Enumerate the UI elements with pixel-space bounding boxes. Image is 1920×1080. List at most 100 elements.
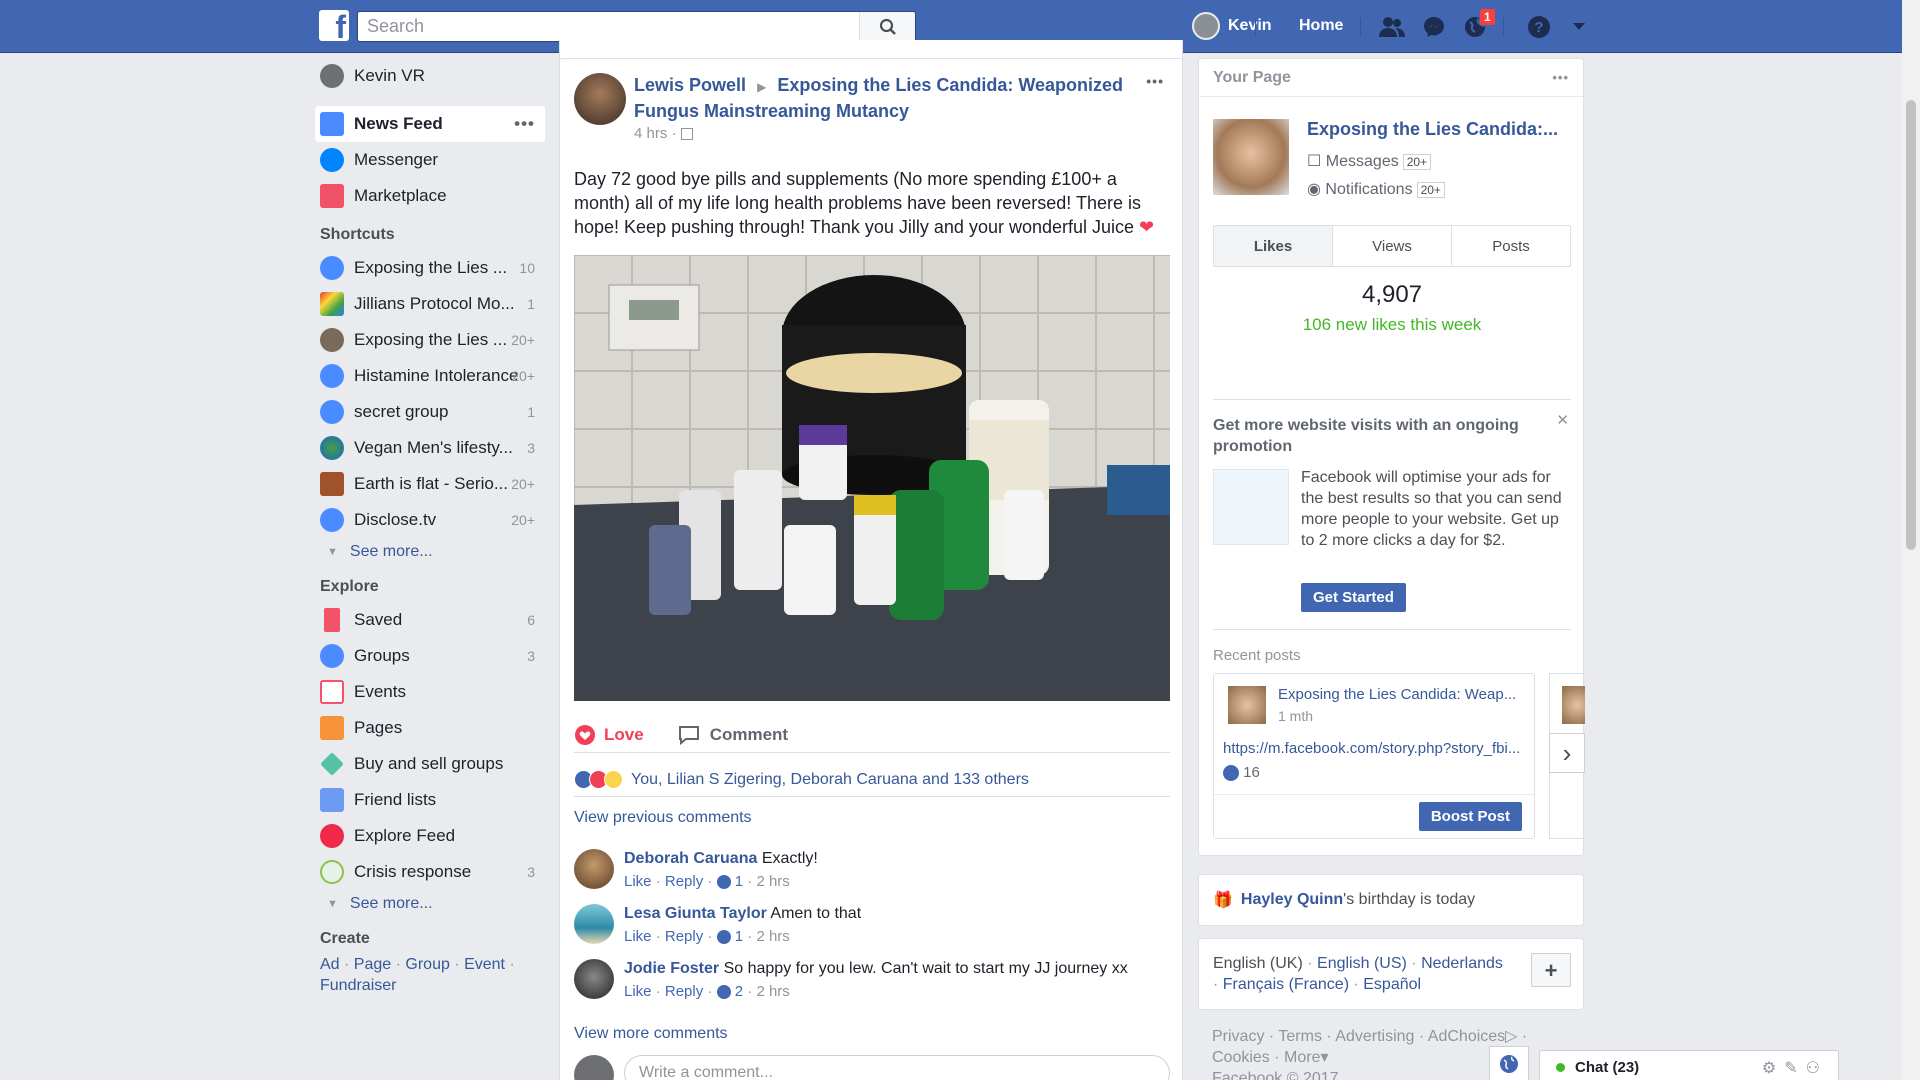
- page-notifications-link[interactable]: ◉ Notifications 20+: [1307, 179, 1445, 199]
- account-menu-chevron-icon[interactable]: [1564, 12, 1594, 42]
- get-started-button[interactable]: Get Started: [1301, 583, 1406, 612]
- language-option[interactable]: English (US): [1317, 955, 1407, 972]
- tab-views[interactable]: Views: [1333, 226, 1452, 266]
- more-options-icon[interactable]: •••: [514, 114, 535, 134]
- comment-reply-link[interactable]: Reply: [665, 873, 703, 890]
- shortcut-item[interactable]: secret group 1: [315, 394, 545, 430]
- shortcut-item[interactable]: Exposing the Lies ... 10: [315, 250, 545, 286]
- recent-post-card[interactable]: Exposing the Lies Candida: Weap... 1 mth…: [1213, 673, 1535, 839]
- page-name-link[interactable]: Exposing the Lies Candida:...: [1307, 119, 1558, 140]
- comment-time[interactable]: 2 hrs: [756, 928, 789, 945]
- page-options-icon[interactable]: •••: [1552, 59, 1569, 97]
- comment-time[interactable]: 2 hrs: [756, 873, 789, 890]
- sidebar-item-pages[interactable]: Pages: [315, 710, 545, 746]
- tab-likes[interactable]: Likes: [1214, 226, 1333, 266]
- commenter-avatar[interactable]: [574, 904, 614, 944]
- post-photo[interactable]: [574, 255, 1170, 701]
- globe-icon[interactable]: [1489, 1046, 1529, 1080]
- globe-icon: ◉: [1307, 181, 1321, 198]
- sidebar-item-saved[interactable]: Saved 6: [315, 602, 545, 638]
- view-previous-comments-link[interactable]: View previous comments: [574, 809, 752, 827]
- comment-like-count[interactable]: 2: [735, 983, 743, 1000]
- love-button[interactable]: Love: [574, 724, 644, 746]
- close-icon[interactable]: ✕: [1556, 411, 1569, 429]
- footer-link-more[interactable]: More: [1284, 1049, 1320, 1066]
- search-button[interactable]: [859, 12, 915, 41]
- sidebar-item-crisis-response[interactable]: Crisis response 3: [315, 854, 545, 890]
- home-link[interactable]: Home: [1299, 17, 1343, 35]
- search-input[interactable]: [358, 12, 858, 41]
- sidebar-item-groups[interactable]: Groups 3: [315, 638, 545, 674]
- help-icon[interactable]: ?: [1524, 12, 1554, 42]
- language-option[interactable]: Français (France): [1223, 976, 1349, 993]
- chat-bar[interactable]: Chat (23) ⚙✎⚇: [1539, 1050, 1839, 1080]
- sidebar-item-explore-feed[interactable]: Explore Feed: [315, 818, 545, 854]
- create-event-link[interactable]: Event: [464, 956, 505, 973]
- see-more-shortcuts-link[interactable]: ▼ See more...: [315, 538, 545, 566]
- comment-like-link[interactable]: Like: [624, 928, 652, 945]
- commenter-name[interactable]: Deborah Caruana: [624, 850, 757, 867]
- commenter-name[interactable]: Lesa Giunta Taylor: [624, 905, 767, 922]
- profile-link[interactable]: Kevin: [1192, 10, 1272, 42]
- shortcut-item[interactable]: Disclose.tv 20+: [315, 502, 545, 538]
- shortcut-item[interactable]: Earth is flat - Serio... 20+: [315, 466, 545, 502]
- chat-options-icons[interactable]: ⚙✎⚇: [1762, 1058, 1838, 1078]
- comment-like-count[interactable]: 1: [735, 873, 743, 890]
- page-avatar[interactable]: [1213, 119, 1289, 195]
- footer-link-cookies[interactable]: Cookies: [1212, 1049, 1270, 1066]
- comment-button[interactable]: Comment: [678, 725, 788, 745]
- messenger-icon[interactable]: [1419, 12, 1449, 42]
- sidebar-item-marketplace[interactable]: Marketplace: [315, 178, 545, 214]
- language-option[interactable]: Español: [1363, 976, 1421, 993]
- footer-link-terms[interactable]: Terms: [1278, 1028, 1322, 1045]
- boost-post-button[interactable]: Boost Post: [1418, 802, 1522, 831]
- comment-like-link[interactable]: Like: [624, 983, 652, 1000]
- view-more-comments-link[interactable]: View more comments: [574, 1025, 728, 1043]
- comment-like-link[interactable]: Like: [624, 873, 652, 890]
- page-scrollbar[interactable]: [1902, 0, 1920, 1080]
- comment-reply-link[interactable]: Reply: [665, 983, 703, 1000]
- facebook-logo-icon[interactable]: f: [319, 10, 349, 41]
- sidebar-profile[interactable]: Kevin VR: [315, 58, 545, 94]
- footer-link-privacy[interactable]: Privacy: [1212, 1028, 1264, 1045]
- shortcut-item[interactable]: Histamine Intolerance 20+: [315, 358, 545, 394]
- sidebar-item-messenger[interactable]: Messenger: [315, 142, 545, 178]
- see-more-explore-link[interactable]: ▼ See more...: [315, 890, 545, 918]
- add-language-button[interactable]: +: [1531, 953, 1571, 987]
- tab-posts[interactable]: Posts: [1452, 226, 1570, 266]
- chevron-right-icon[interactable]: ›: [1549, 733, 1585, 773]
- group-icon: [320, 400, 344, 424]
- comment-like-count[interactable]: 1: [735, 928, 743, 945]
- sidebar-item-friend-lists[interactable]: Friend lists: [315, 782, 545, 818]
- shortcut-item[interactable]: Exposing the Lies ... 20+: [315, 322, 545, 358]
- footer-link-advertising[interactable]: Advertising: [1335, 1028, 1414, 1045]
- post-options-icon[interactable]: •••: [1146, 73, 1164, 89]
- shortcut-item[interactable]: Vegan Men's lifesty... 3: [315, 430, 545, 466]
- reactions-summary[interactable]: You, Lilian S Zigering, Deborah Caruana …: [574, 763, 1170, 797]
- author-link[interactable]: Lewis Powell: [634, 75, 746, 95]
- post-timestamp[interactable]: 4 hrs: [634, 125, 667, 142]
- scrollbar-thumb[interactable]: [1906, 100, 1916, 550]
- commenter-name[interactable]: Jodie Foster: [624, 960, 719, 977]
- comment-reply-link[interactable]: Reply: [665, 928, 703, 945]
- commenter-avatar[interactable]: [574, 849, 614, 889]
- footer-link-adchoices[interactable]: AdChoices: [1428, 1028, 1505, 1045]
- friend-requests-icon[interactable]: [1377, 12, 1407, 42]
- write-comment-input[interactable]: Write a comment...: [624, 1055, 1170, 1080]
- shortcut-item[interactable]: Jillians Protocol Mo... 1: [315, 286, 545, 322]
- create-page-link[interactable]: Page: [354, 956, 391, 973]
- recent-post-title[interactable]: Exposing the Lies Candida: Weap...: [1278, 686, 1516, 703]
- page-messages-link[interactable]: ☐ Messages 20+: [1307, 151, 1432, 171]
- create-ad-link[interactable]: Ad: [320, 956, 340, 973]
- language-option[interactable]: Nederlands: [1421, 955, 1503, 972]
- create-fundraiser-link[interactable]: Fundraiser: [320, 977, 396, 994]
- commenter-avatar[interactable]: [574, 959, 614, 999]
- sidebar-item-buy-sell[interactable]: Buy and sell groups: [315, 746, 545, 782]
- create-group-link[interactable]: Group: [405, 956, 449, 973]
- sidebar-item-events[interactable]: Events: [315, 674, 545, 710]
- recent-post-link[interactable]: https://m.facebook.com/story.php?story_f…: [1223, 740, 1520, 757]
- birthday-name-link[interactable]: Hayley Quinn: [1241, 891, 1343, 909]
- comment-time[interactable]: 2 hrs: [756, 983, 789, 1000]
- sidebar-item-news-feed[interactable]: News Feed •••: [315, 106, 545, 142]
- author-avatar[interactable]: [574, 73, 626, 125]
